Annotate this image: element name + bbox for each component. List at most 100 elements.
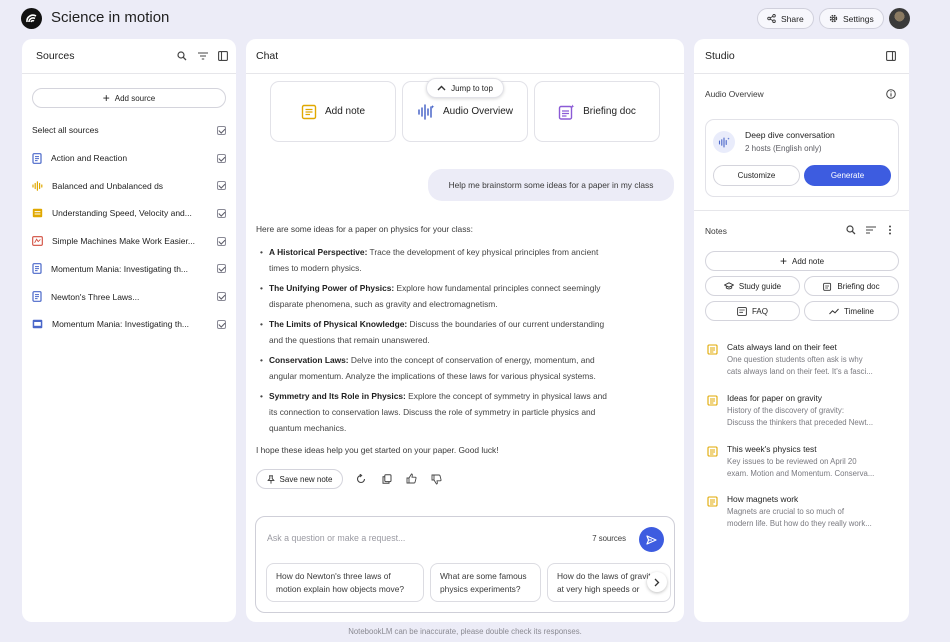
- bullet-title: The Limits of Physical Knowledge:: [269, 319, 408, 329]
- bullet-title: Symmetry and Its Role in Physics:: [269, 391, 406, 401]
- select-all-sources[interactable]: Select all sources: [32, 122, 226, 138]
- study-guide-button[interactable]: Study guide: [705, 276, 800, 296]
- divider: [246, 73, 684, 74]
- chat-input[interactable]: Ask a question or make a request...: [267, 533, 567, 543]
- divider: [694, 73, 909, 74]
- plus-icon: +: [779, 254, 787, 268]
- select-all-label: Select all sources: [32, 125, 99, 135]
- sort-icon[interactable]: [866, 226, 876, 234]
- suggestions-next-button[interactable]: [647, 572, 667, 592]
- thumbs-up-icon[interactable]: [406, 473, 417, 484]
- suggestion-text: motion explain how objects move?: [276, 584, 405, 594]
- audio-wave-icon: [713, 131, 735, 153]
- timeline-icon: [829, 308, 839, 315]
- add-note-card[interactable]: Add note: [270, 81, 396, 142]
- source-checkbox[interactable]: [217, 153, 226, 163]
- add-note-label: Add note: [791, 256, 825, 266]
- send-button[interactable]: [639, 527, 664, 552]
- source-item[interactable]: Momentum Mania: Investigating th...: [32, 261, 226, 277]
- info-icon[interactable]: [886, 89, 896, 99]
- source-item-label: Balanced and Unbalanced ds: [52, 180, 164, 191]
- bullet-title: The Unifying Power of Physics:: [269, 283, 395, 293]
- note-preview-line: One question students often ask is why: [727, 355, 863, 364]
- add-note-button[interactable]: + Add note: [705, 251, 899, 271]
- suggested-question-chip[interactable]: How do Newton's three laws of motion expl…: [266, 563, 424, 602]
- select-all-checkbox[interactable]: [217, 125, 226, 135]
- note-preview: History of the discovery of gravity: Disc…: [727, 405, 899, 429]
- source-item[interactable]: Understanding Speed, Velocity and...: [32, 205, 226, 221]
- source-item-label: Momentum Mania: Investigating th...: [51, 263, 189, 274]
- deep-dive-title: Deep dive conversation: [745, 130, 835, 140]
- source-item[interactable]: Action and Reaction: [32, 150, 226, 166]
- notes-label: Notes: [705, 226, 727, 236]
- source-item-label: Newton's Three Laws...: [51, 291, 140, 302]
- source-checkbox[interactable]: [217, 236, 226, 246]
- top-bar: Science in motion Share Settings: [0, 0, 950, 38]
- settings-button[interactable]: Settings: [819, 8, 884, 29]
- pdf-icon: [32, 236, 43, 246]
- thumbs-down-icon[interactable]: [431, 474, 442, 485]
- collapse-panel-icon[interactable]: [886, 51, 896, 61]
- note-title: This week's physics test: [727, 444, 817, 454]
- briefing-doc-button[interactable]: Briefing doc: [804, 276, 899, 296]
- share-button[interactable]: Share: [757, 8, 814, 29]
- save-new-note-label: Save new note: [279, 474, 333, 484]
- note-preview: Magnets are crucial to so much of modern …: [727, 506, 899, 530]
- note-icon: [707, 496, 718, 507]
- note-icon: [707, 446, 718, 457]
- bullet-title: A Historical Perspective:: [269, 247, 368, 257]
- faq-button[interactable]: FAQ: [705, 301, 800, 321]
- regenerate-icon[interactable]: [356, 474, 366, 484]
- chevron-right-icon: [654, 578, 660, 587]
- source-checkbox[interactable]: [217, 319, 226, 329]
- customize-button[interactable]: Customize: [713, 165, 800, 186]
- notebook-title[interactable]: Science in motion: [51, 9, 169, 26]
- response-bullet: • The Limits of Physical Knowledge: Discu…: [260, 316, 640, 348]
- source-item[interactable]: Simple Machines Make Work Easier...: [32, 233, 226, 249]
- divider: [22, 73, 236, 74]
- user-avatar[interactable]: [889, 8, 910, 29]
- search-icon[interactable]: [177, 51, 187, 61]
- sources-panel: Sources + Add source Select all sources …: [22, 39, 236, 622]
- slides-icon: [32, 319, 43, 329]
- copy-icon[interactable]: [382, 474, 392, 484]
- suggestion-text: How do the laws of gravity: [557, 571, 655, 581]
- source-checkbox[interactable]: [217, 208, 226, 218]
- bullet-text: The Limits of Physical Knowledge: Discus…: [269, 319, 605, 345]
- add-source-button[interactable]: + Add source: [32, 88, 226, 108]
- timeline-button[interactable]: Timeline: [804, 301, 899, 321]
- filter-icon[interactable]: [198, 52, 208, 60]
- suggestion-text: physics experiments?: [440, 584, 521, 594]
- timeline-label: Timeline: [844, 306, 874, 316]
- audio-wave-icon: [417, 103, 435, 120]
- doc-icon: [32, 263, 42, 275]
- user-message-bubble: Help me brainstorm some ideas for a pape…: [428, 169, 674, 201]
- bullet-text: Conservation Laws: Delve into the concep…: [269, 355, 596, 381]
- divider: [694, 210, 909, 211]
- bullet-dot: •: [260, 319, 263, 329]
- search-icon[interactable]: [846, 225, 856, 235]
- jump-to-top-button[interactable]: Jump to top: [426, 78, 504, 98]
- note-preview-line: History of the discovery of gravity:: [727, 406, 844, 415]
- briefing-doc-card[interactable]: Briefing doc: [534, 81, 660, 142]
- bullet-text: The Unifying Power of Physics: Explore h…: [269, 283, 601, 309]
- collapse-panel-icon[interactable]: [218, 51, 228, 61]
- source-checkbox[interactable]: [217, 292, 226, 301]
- share-icon: [767, 14, 776, 23]
- source-checkbox[interactable]: [217, 181, 226, 191]
- app-logo-icon[interactable]: [21, 8, 42, 29]
- source-item[interactable]: Newton's Three Laws...: [32, 289, 226, 305]
- note-icon: [301, 104, 317, 120]
- source-checkbox[interactable]: [217, 264, 226, 274]
- studio-title: Studio: [705, 50, 735, 62]
- response-closing: I hope these ideas help you get started …: [256, 445, 499, 455]
- add-source-label: Add source: [114, 93, 156, 103]
- save-new-note-button[interactable]: Save new note: [256, 469, 343, 489]
- source-item-label: Understanding Speed, Velocity and...: [52, 208, 192, 219]
- generate-button[interactable]: Generate: [804, 165, 891, 186]
- more-vert-icon[interactable]: [888, 225, 892, 235]
- suggested-question-chip[interactable]: What are some famous physics experiments?: [430, 563, 541, 602]
- audio-overview-card-label: Audio Overview: [442, 106, 514, 117]
- source-item[interactable]: Momentum Mania: Investigating th...: [32, 316, 226, 332]
- source-item[interactable]: Balanced and Unbalanced ds: [32, 178, 226, 194]
